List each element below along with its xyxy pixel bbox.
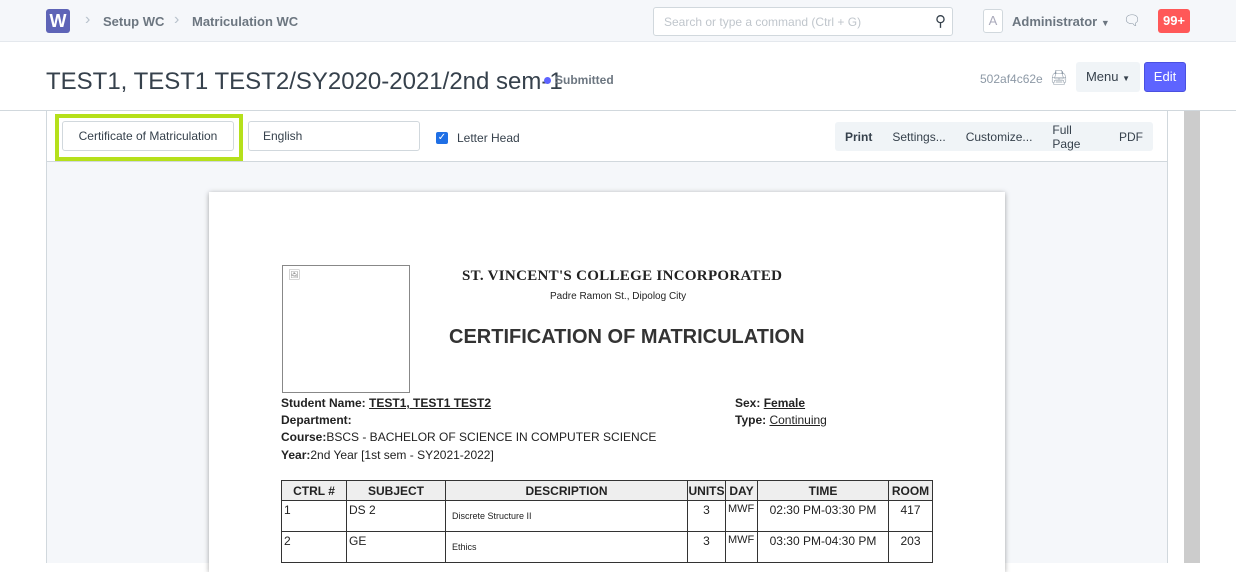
value: BSCS - BACHELOR OF SCIENCE IN COMPUTER S… [326,430,657,444]
edit-button[interactable]: Edit [1144,62,1186,92]
settings-button[interactable]: Settings... [882,130,955,144]
cell-day: MWF [725,531,758,563]
value: TEST1, TEST1 TEST2 [369,396,492,410]
type-field: Type: Continuing [735,413,827,427]
broken-image-icon: 🖼 [288,270,301,281]
col-description: DESCRIPTION [445,480,688,501]
page-header: TEST1, TEST1 TEST2/SY2020-2021/2nd sem-1… [0,42,1236,111]
search-input[interactable]: Search or type a command (Ctrl + G) ⚲ [653,7,953,36]
college-address: Padre Ramon St., Dipolog City [550,291,687,302]
cell-room: 203 [888,531,933,563]
logo-image-placeholder: 🖼 [282,265,410,393]
cell-day: MWF [725,500,758,532]
cell-ctrl: 1 [281,500,347,532]
label: Department: [281,413,352,427]
breadcrumb-matriculation[interactable]: Matriculation WC [192,14,298,29]
print-format-select[interactable]: Certificate of Matriculation [62,121,234,151]
col-room: ROOM [888,480,933,501]
language-select[interactable]: English [248,121,420,151]
cell-time: 03:30 PM-04:30 PM [757,531,889,563]
cell-room: 417 [888,500,933,532]
document-id: 502af4c62e [980,72,1043,86]
menu-label: Menu [1085,69,1119,84]
print-actions: Print Settings... Customize... Full Page… [835,122,1153,151]
divider [1167,111,1168,563]
pdf-button[interactable]: PDF [1109,130,1153,144]
cell-subject: GE [346,531,446,563]
letter-head-label: Letter Head [457,131,520,145]
chat-icon[interactable]: 🗨 [1123,12,1141,29]
cell-time: 02:30 PM-03:30 PM [757,500,889,532]
customize-button[interactable]: Customize... [956,130,1043,144]
year-field: Year:2nd Year [1st sem - SY2021-2022] [281,448,494,462]
value: Female [763,396,806,410]
letter-head-checkbox[interactable]: ✓ [436,132,448,144]
col-subject: SUBJECT [346,480,446,501]
label: Year: [281,448,311,462]
label: Type: [735,413,767,427]
student-name-field: Student Name: TEST1, TEST1 TEST2 [281,396,491,410]
scrollbar[interactable] [1184,111,1200,563]
cell-subject: DS 2 [346,500,446,532]
chevron-right-icon: › [85,11,91,28]
chevron-right-icon: › [174,11,180,28]
status-badge: Submitted [544,73,614,87]
caret-down-icon: ▼ [1100,18,1110,28]
print-icon[interactable]: 🖨 [1050,69,1068,86]
app-logo[interactable]: W [46,9,70,33]
college-name: ST. VINCENT'S COLLEGE INCORPORATED [462,268,783,284]
cell-ctrl: 2 [281,531,347,563]
col-ctrl: CTRL # [281,480,347,501]
search-icon: ⚲ [935,13,946,30]
top-navbar: W › Setup WC › Matriculation WC Search o… [0,0,1236,42]
table-row: 2 GE Ethics 3 MWF 03:30 PM-04:30 PM 203 [281,531,933,563]
table-header: CTRL # SUBJECT DESCRIPTION UNITS DAY TIM… [281,480,933,501]
table-row: 1 DS 2 Discrete Structure II 3 MWF 02:30… [281,500,933,532]
course-field: Course:BSCS - BACHELOR OF SCIENCE IN COM… [281,430,656,444]
cell-units: 3 [687,531,726,563]
print-button[interactable]: Print [835,130,882,144]
search-placeholder: Search or type a command (Ctrl + G) [664,15,862,29]
page-title: TEST1, TEST1 TEST2/SY2020-2021/2nd sem-1 [46,68,563,95]
col-units: UNITS [687,480,726,501]
menu-button[interactable]: Menu ▼ [1076,62,1140,92]
full-page-button[interactable]: Full Page [1042,123,1109,151]
label: Student Name: [281,396,366,410]
label: Sex: [735,396,761,410]
document-heading: CERTIFICATION OF MATRICULATION [449,326,805,348]
breadcrumb-setup[interactable]: Setup WC [103,14,164,29]
col-time: TIME [757,480,889,501]
cell-description: Discrete Structure II [445,500,688,532]
col-day: DAY [725,480,758,501]
caret-down-icon: ▼ [1122,74,1131,83]
department-field: Department: [281,413,352,427]
label: Course: [281,430,327,444]
cell-description: Ethics [445,531,688,563]
sex-field: Sex: Female [735,396,805,410]
user-menu[interactable]: Administrator ▼ [1012,14,1110,29]
avatar[interactable]: A [983,9,1003,33]
user-name: Administrator [1012,14,1098,29]
cell-units: 3 [687,500,726,532]
value: Continuing [769,413,827,427]
notifications-badge[interactable]: 99+ [1158,9,1190,33]
value: 2nd Year [1st sem - SY2021-2022] [310,448,494,462]
subjects-table: CTRL # SUBJECT DESCRIPTION UNITS DAY TIM… [281,480,933,563]
